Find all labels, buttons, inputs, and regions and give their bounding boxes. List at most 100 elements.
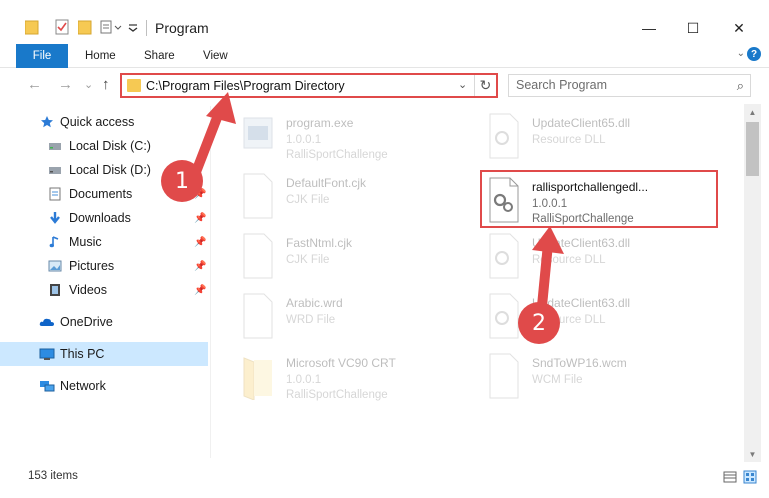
file-type: CJK File [286, 194, 330, 206]
download-icon [50, 212, 60, 224]
computer-icon [39, 348, 55, 360]
minimize-button[interactable]: — [626, 16, 672, 40]
file-icon [243, 233, 273, 279]
file-item[interactable]: UpdateClient63.dll Resource DLL [484, 228, 724, 284]
callout-1: 1 [161, 160, 203, 202]
sidebar-item-label: Videos [69, 283, 107, 297]
sidebar-item-label: This PC [60, 347, 105, 361]
status-bar: 153 items [0, 466, 769, 488]
sidebar-item-label: Local Disk (C:) [69, 139, 151, 153]
sidebar-item-music[interactable]: Music 📌 [0, 230, 208, 254]
sidebar-item-label: OneDrive [60, 315, 113, 329]
pictures-icon [48, 260, 62, 272]
drive-icon [49, 167, 61, 174]
file-list: program.exe 1.0.0.1 RalliSportChallenge … [218, 104, 748, 459]
file-item[interactable]: Microsoft VC90 CRT 1.0.0.1 RalliSportCha… [238, 348, 478, 404]
file-company: RalliSportChallenge [286, 149, 388, 161]
back-button[interactable]: ← [27, 76, 42, 93]
customize-toolbar-icon[interactable] [100, 19, 122, 35]
sidebar-item-label: Downloads [69, 211, 131, 225]
scroll-up-button[interactable]: ▲ [744, 104, 761, 120]
search-box[interactable]: Search Program ⌕ [508, 74, 751, 97]
file-name: SndToWP16.wcm [532, 356, 627, 370]
up-button[interactable]: ↑ [102, 76, 110, 93]
dll-icon [489, 233, 519, 279]
file-type: WRD File [286, 314, 336, 326]
sidebar-item-downloads[interactable]: Downloads 📌 [0, 206, 208, 230]
sidebar-item-network[interactable]: Network [0, 374, 208, 398]
title-separator [146, 20, 147, 36]
file-item[interactable]: Arabic.wrd WRD File [238, 288, 478, 344]
pane-divider [210, 106, 211, 458]
file-item[interactable]: program.exe 1.0.0.1 RalliSportChallenge [238, 108, 478, 164]
expand-ribbon-icon[interactable]: ⌄ [737, 48, 745, 59]
sidebar-item-this-pc[interactable]: This PC [0, 342, 208, 366]
large-icons-view-icon[interactable] [743, 470, 757, 484]
file-version: 1.0.0.1 [286, 134, 322, 146]
folder-icon [127, 79, 141, 92]
sidebar-item-label: Network [60, 379, 106, 393]
window-title: Program [155, 20, 209, 36]
file-icon [243, 173, 273, 219]
music-icon [49, 236, 59, 248]
file-version: 1.0.0.1 [286, 374, 322, 386]
file-item[interactable]: FastNtml.cjk CJK File [238, 228, 478, 284]
recent-locations-button[interactable]: ⌄ [84, 78, 93, 91]
search-icon: ⌕ [736, 78, 744, 93]
file-item[interactable]: DefaultFont.cjk CJK File [238, 168, 478, 224]
file-type: Resource DLL [532, 134, 606, 146]
star-icon [41, 116, 53, 128]
file-name: DefaultFont.cjk [286, 176, 367, 190]
new-folder-icon[interactable] [78, 19, 92, 35]
ribbon: File Home Share View ⌄ ? [0, 44, 769, 68]
address-path[interactable]: C:\Program Files\Program Directory [146, 79, 345, 93]
sidebar-item-label: Documents [69, 187, 133, 201]
sidebar-item-videos[interactable]: Videos 📌 [0, 278, 208, 302]
pin-icon: 📌 [194, 212, 207, 224]
tab-view[interactable]: View [203, 44, 228, 68]
file-icon [243, 293, 273, 339]
sidebar-item-quick-access[interactable]: Quick access [0, 110, 208, 134]
exe-icon [243, 117, 273, 149]
file-item[interactable]: UpdateClient65.dll Resource DLL [484, 108, 724, 164]
file-item[interactable]: SndToWP16.wcm WCM File [484, 348, 724, 404]
sidebar-item-label: Local Disk (D:) [69, 163, 151, 177]
file-icon [489, 353, 519, 399]
address-bar[interactable]: C:\Program Files\Program Directory ⌄ ↻ [120, 73, 498, 98]
vertical-scrollbar[interactable]: ▲ ▼ [744, 104, 761, 462]
pin-icon: 📌 [194, 236, 207, 248]
forward-button[interactable]: → [58, 76, 73, 93]
sidebar-item-onedrive[interactable]: OneDrive [0, 310, 208, 334]
dll-icon [489, 113, 519, 159]
scroll-thumb[interactable] [746, 122, 759, 176]
item-count: 153 items [28, 470, 78, 482]
title-bar: Program — ☐ ✕ [0, 0, 769, 40]
refresh-button[interactable]: ↻ [474, 75, 496, 96]
chevron-down-icon[interactable] [128, 19, 138, 35]
sidebar-item-local-disk-c[interactable]: Local Disk (C:) [0, 134, 208, 158]
file-name: Microsoft VC90 CRT [286, 356, 396, 370]
pin-icon: 📌 [194, 284, 207, 296]
folder-icon[interactable] [25, 19, 39, 35]
sidebar-item-label: Music [69, 235, 102, 249]
sidebar-item-pictures[interactable]: Pictures 📌 [0, 254, 208, 278]
close-button[interactable]: ✕ [716, 16, 762, 40]
documents-icon [49, 187, 61, 201]
sidebar-item-label: Pictures [69, 259, 115, 273]
scroll-down-button[interactable]: ▼ [744, 446, 761, 462]
file-type: Resource DLL [532, 254, 606, 266]
maximize-button[interactable]: ☐ [670, 16, 716, 40]
help-icon[interactable]: ? [747, 47, 761, 61]
properties-icon[interactable] [55, 19, 69, 35]
callout-2: 2 [518, 302, 560, 344]
file-name: program.exe [286, 116, 354, 130]
drive-icon [49, 143, 61, 150]
address-dropdown-button[interactable]: ⌄ [458, 78, 467, 91]
details-view-icon[interactable] [723, 470, 737, 484]
file-company: RalliSportChallenge [286, 389, 388, 401]
search-input[interactable]: Search Program [516, 78, 607, 92]
file-type: CJK File [286, 254, 330, 266]
tab-share[interactable]: Share [144, 44, 175, 68]
tab-file[interactable]: File [16, 44, 68, 68]
tab-home[interactable]: Home [85, 44, 116, 68]
